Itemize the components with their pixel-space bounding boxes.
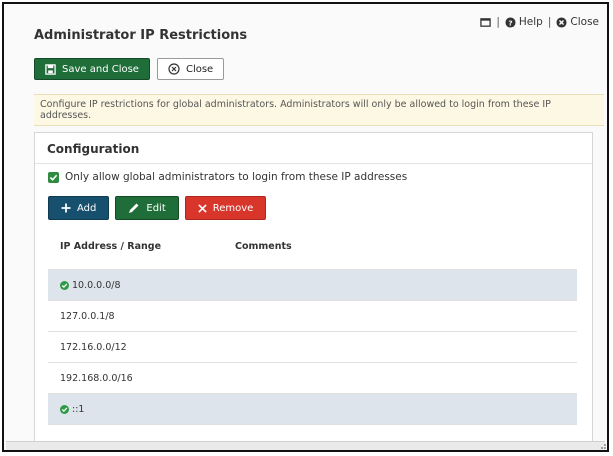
dialog-header: Administrator IP Restrictions | ? Help | <box>4 4 607 54</box>
check-circle-icon <box>60 404 69 414</box>
close-button[interactable]: Close <box>156 58 225 80</box>
column-header-ip[interactable]: IP Address / Range <box>60 241 161 252</box>
panel-title: Configuration <box>47 142 140 156</box>
ip-cell: 192.168.0.0/16 <box>60 372 133 384</box>
table-row[interactable]: ::1 <box>48 393 577 424</box>
ip-cell: ::1 <box>72 403 85 415</box>
add-label: Add <box>77 202 97 214</box>
remove-button[interactable]: Remove <box>184 196 267 220</box>
help-label: Help <box>518 16 543 28</box>
svg-text:?: ? <box>508 18 512 27</box>
save-icon <box>45 63 56 75</box>
close-circle-icon <box>168 63 180 75</box>
edit-button[interactable]: Edit <box>115 196 179 220</box>
save-label: Save and Close <box>62 63 139 75</box>
column-header-comments[interactable]: Comments <box>235 241 292 252</box>
add-button[interactable]: Add <box>48 196 110 220</box>
divider <box>35 163 592 164</box>
checkbox-label: Only allow global administrators to logi… <box>65 171 408 183</box>
ip-cell: 172.16.0.0/12 <box>60 341 127 353</box>
save-and-close-button[interactable]: Save and Close <box>34 58 150 80</box>
checkmark-icon <box>49 174 58 181</box>
dialog-window: Administrator IP Restrictions | ? Help | <box>2 2 609 452</box>
header-links: | ? Help | Close <box>480 16 599 28</box>
table-row[interactable]: 172.16.0.0/12 <box>48 331 577 362</box>
remove-label: Remove <box>212 202 254 214</box>
help-link[interactable]: ? Help <box>505 16 543 28</box>
toolbar: Save and Close Close <box>34 58 225 80</box>
horizontal-scrollbar[interactable] <box>6 441 605 450</box>
x-icon <box>198 203 207 213</box>
restriction-checkbox-row: Only allow global administrators to logi… <box>48 171 407 183</box>
info-notice: Configure IP restrictions for global adm… <box>34 94 604 126</box>
close-label: Close <box>570 16 599 28</box>
window-icon <box>480 17 492 27</box>
table-actions: Add Edit Remove <box>48 196 267 220</box>
table-row[interactable]: 192.168.0.0/16 <box>48 362 577 393</box>
close-button-label: Close <box>185 63 214 75</box>
check-circle-icon <box>60 280 69 290</box>
plus-icon <box>61 203 71 213</box>
table-row[interactable]: 127.0.0.1/8 <box>48 300 577 331</box>
ip-table: IP Address / Range Comments 10.0.0.0/8 1… <box>48 229 577 450</box>
separator: | <box>547 16 552 28</box>
table-row[interactable]: 10.0.0.0/8 <box>48 269 577 300</box>
close-circle-icon <box>556 16 567 28</box>
ip-cell: 127.0.0.1/8 <box>60 310 115 322</box>
dialog-title: Administrator IP Restrictions <box>34 28 248 43</box>
edit-label: Edit <box>146 202 166 214</box>
help-icon: ? <box>505 16 516 28</box>
separator: | <box>496 16 500 28</box>
maximize-button[interactable] <box>480 17 492 28</box>
ip-cell: 10.0.0.0/8 <box>72 279 121 291</box>
pencil-icon <box>129 203 139 213</box>
restriction-checkbox[interactable] <box>48 171 59 183</box>
resize-grip-icon[interactable] <box>597 440 607 450</box>
configuration-panel: Configuration Only allow global administ… <box>34 132 593 450</box>
close-link[interactable]: Close <box>556 16 599 28</box>
table-header: IP Address / Range Comments <box>48 229 577 269</box>
